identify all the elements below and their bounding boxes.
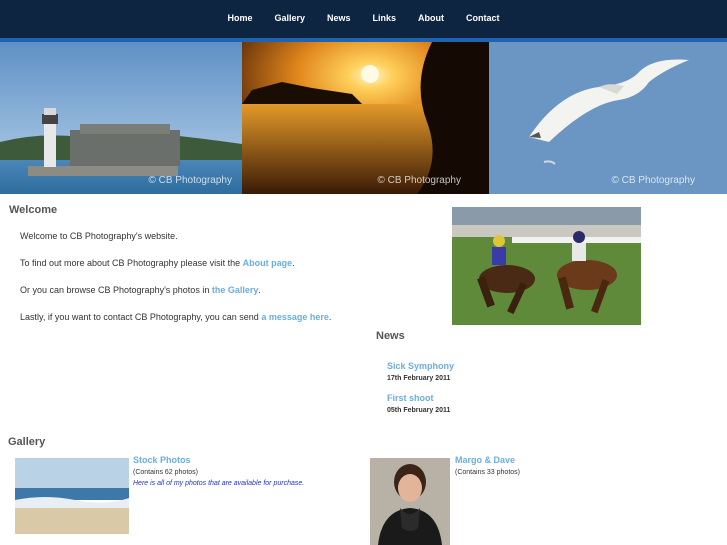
banner-watermark: © CB Photography [377, 175, 461, 186]
header-banner: © CB Photography © CB Photography © CB P… [0, 42, 727, 194]
banner-seagull-photo: © CB Photography [489, 42, 727, 194]
album-photo-count: (Contains 33 photos) [455, 469, 520, 476]
welcome-line-contact: Lastly, if you want to contact CB Photog… [20, 312, 332, 322]
gallery-link[interactable]: the Gallery [212, 285, 259, 295]
nav-news[interactable]: News [327, 13, 351, 23]
nav-home[interactable]: Home [227, 13, 252, 23]
about-page-link[interactable]: About page [243, 258, 293, 268]
welcome-line: Welcome to CB Photography's website. [20, 231, 178, 241]
nav-links[interactable]: Links [373, 13, 397, 23]
message-link[interactable]: a message here [261, 312, 329, 322]
album-thumbnail-stock[interactable] [15, 458, 129, 534]
news-heading: News [376, 330, 405, 342]
welcome-line-gallery: Or you can browse CB Photography's photo… [20, 285, 261, 295]
welcome-line-about: To find out more about CB Photography pl… [20, 258, 295, 268]
news-item-title[interactable]: Sick Symphony [387, 361, 454, 371]
nav-gallery[interactable]: Gallery [274, 13, 305, 23]
news-item-title[interactable]: First shoot [387, 393, 434, 403]
news-item-date: 17th February 2011 [387, 375, 451, 382]
banner-watermark: © CB Photography [611, 175, 695, 186]
welcome-heading: Welcome [9, 204, 58, 216]
album-title[interactable]: Margo & Dave [455, 455, 515, 465]
album-thumbnail-margo-dave[interactable] [370, 458, 450, 545]
banner-watermark: © CB Photography [148, 175, 232, 186]
album-description: Here is all of my photos that are availa… [133, 480, 305, 487]
banner-lighthouse-photo: © CB Photography [0, 42, 242, 194]
album-photo-count: (Contains 62 photos) [133, 469, 198, 476]
gallery-heading: Gallery [8, 436, 46, 448]
nav-about[interactable]: About [418, 13, 444, 23]
news-item-date: 05th February 2011 [387, 407, 451, 414]
horse-racing-photo [452, 207, 641, 325]
banner-sunset-photo: © CB Photography [242, 42, 489, 194]
top-nav-bar: Home Gallery News Links About Contact [0, 0, 727, 38]
nav-contact[interactable]: Contact [466, 13, 500, 23]
nav-menu: Home Gallery News Links About Contact [0, 13, 727, 23]
album-title[interactable]: Stock Photos [133, 455, 191, 465]
